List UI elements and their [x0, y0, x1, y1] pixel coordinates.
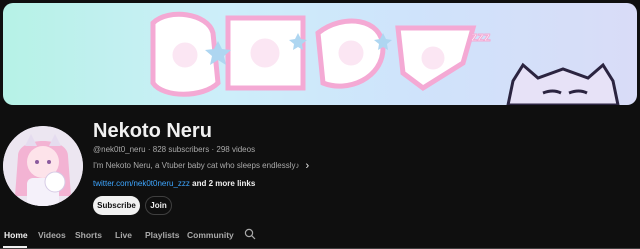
channel-meta: @nek0t0_neru · 828 subscribers · 298 vid…: [93, 145, 255, 154]
subscriber-count: 828 subscribers: [152, 145, 210, 154]
twitter-link[interactable]: twitter.com/nek0t0neru_zzz: [93, 179, 190, 188]
channel-description[interactable]: I'm Nekoto Neru, a Vtuber baby cat who s…: [93, 160, 310, 171]
channel-avatar[interactable]: [3, 126, 83, 206]
svg-text:zzz: zzz: [471, 29, 491, 44]
tab-home[interactable]: Home: [4, 224, 28, 246]
meta-separator: ·: [147, 145, 151, 154]
channel-info: Nekoto Neru @nek0t0_neru · 828 subscribe…: [93, 119, 309, 188]
tab-live[interactable]: Live: [115, 224, 132, 246]
search-icon[interactable]: [244, 228, 256, 240]
channel-links: twitter.com/nek0t0neru_zzz and 2 more li…: [93, 179, 255, 188]
description-text: I'm Nekoto Neru, a Vtuber baby cat who s…: [93, 161, 300, 170]
subscribe-button[interactable]: Subscribe: [93, 196, 140, 215]
meta-separator: ·: [211, 145, 215, 154]
banner-art: zzz: [150, 11, 620, 105]
join-button[interactable]: Join: [145, 196, 172, 215]
tab-shorts[interactable]: Shorts: [75, 224, 102, 246]
channel-banner: zzz: [3, 3, 637, 105]
tab-community[interactable]: Community: [187, 224, 234, 246]
more-links-link[interactable]: and 2 more links: [192, 179, 255, 188]
chevron-right-icon[interactable]: ›: [306, 160, 310, 171]
tab-playlists[interactable]: Playlists: [145, 224, 180, 246]
channel-tabs: Home Videos Shorts Live Playlists Commun…: [0, 224, 640, 249]
video-count: 298 videos: [216, 145, 256, 154]
channel-handle: @nek0t0_neru: [93, 145, 146, 154]
tab-videos[interactable]: Videos: [38, 224, 66, 246]
channel-name: Nekoto Neru: [93, 120, 212, 142]
